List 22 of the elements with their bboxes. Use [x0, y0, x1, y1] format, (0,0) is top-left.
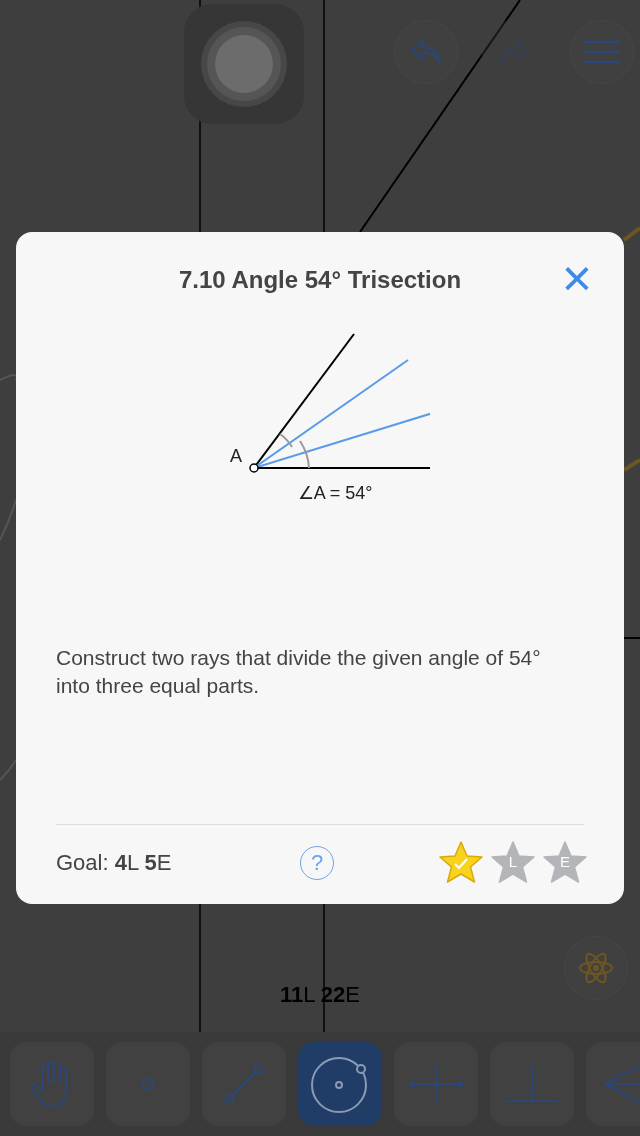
tool-button[interactable] — [298, 1042, 382, 1126]
segment-icon — [222, 1062, 266, 1106]
score-text: 11L 22E — [280, 982, 360, 1007]
star-icon — [490, 839, 536, 886]
menu-icon — [584, 40, 620, 64]
star-icon — [438, 839, 484, 886]
star-letter: L — [507, 852, 519, 870]
atom-icon — [578, 950, 614, 986]
undo-icon — [410, 39, 442, 65]
point-icon — [141, 1077, 155, 1091]
angle-diagram: A — [210, 328, 430, 478]
perpendicular-icon — [504, 1064, 560, 1104]
star-icon — [542, 839, 588, 886]
dialog-title: 7.10 Angle 54° Trisection — [178, 266, 462, 294]
assistive-touch-button[interactable] — [184, 4, 304, 124]
goal-text: Goal: 4L 5E — [56, 849, 173, 876]
angle-caption: ∠A = 54° — [297, 482, 373, 504]
close-button[interactable]: × — [557, 258, 596, 298]
task-description: Construct two rays that divide the given angle of 54° into three equal parts. — [56, 645, 542, 699]
star-letter: E — [559, 852, 571, 870]
bisector-icon — [408, 1064, 464, 1104]
circle-icon — [310, 1054, 370, 1114]
